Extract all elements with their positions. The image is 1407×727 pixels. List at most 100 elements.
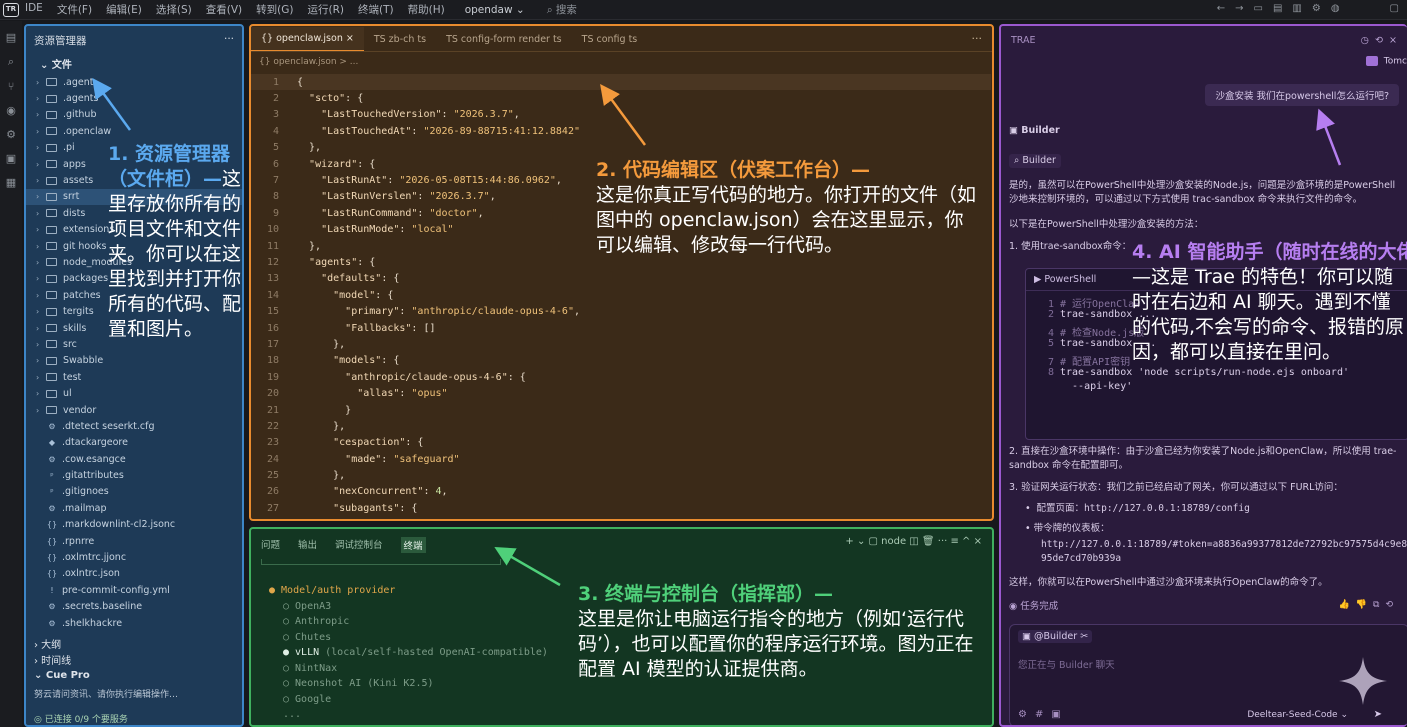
account-icon[interactable]: ◍ <box>1331 3 1340 14</box>
editor-tab[interactable]: TS config ts <box>572 27 648 51</box>
menu-item[interactable]: IDE <box>25 2 43 17</box>
terminal-tab[interactable]: 终端 <box>400 537 426 553</box>
file-item[interactable]: ᵖ .gitignoes <box>26 484 242 500</box>
folder-item[interactable]: › .agent <box>26 74 242 90</box>
explorer-menu-button[interactable]: ··· <box>224 33 234 48</box>
source-control-icon[interactable]: ⑂ <box>8 80 15 93</box>
settings-icon[interactable]: ⚙ <box>1312 3 1321 14</box>
code-line[interactable]: 24 "made": "safeguard" <box>251 451 991 467</box>
dashboard-url[interactable]: http://127.0.0.1:18789/#token=a8836a9937… <box>1041 538 1407 566</box>
folder-item[interactable]: › .github <box>26 107 242 123</box>
timeline-section[interactable]: › 时间线 <box>26 652 242 667</box>
copy-icon[interactable]: ⧉ <box>1373 600 1385 610</box>
cue-pro-section[interactable]: ⌄ Cue Pro <box>26 670 242 681</box>
provider-option[interactable]: ○ OpenA3 <box>269 599 548 615</box>
config-url[interactable]: • 配置页面：http://127.0.0.1:18789/config <box>1025 502 1407 516</box>
provider-option[interactable]: ○ Chutes <box>269 630 548 646</box>
code-line[interactable]: 3 "LastTouchedVersion": "2026.3.7", <box>251 107 991 123</box>
file-item[interactable]: ⚙ .secrets.baseline <box>26 599 242 615</box>
code-line[interactable]: 16 "Fallbacks": [] <box>251 320 991 336</box>
file-item[interactable]: {} .rpnrre <box>26 533 242 549</box>
project-selector[interactable]: opendaw ⌄ <box>465 4 525 16</box>
provider-option[interactable]: ... <box>269 707 548 723</box>
debug-icon[interactable]: ◉ <box>6 104 16 117</box>
code-line[interactable]: 19 "anthropic/claude-opus-4-6": { <box>251 369 991 385</box>
model-selector[interactable]: Deeltear-Seed-Code ⌄ <box>1247 710 1348 720</box>
code-line[interactable]: 23 "cespaction": { <box>251 435 991 451</box>
file-item[interactable]: ⚙ .dtetect seserkt.cfg <box>26 418 242 434</box>
menu-item[interactable]: 转到(G) <box>256 2 293 17</box>
code-line[interactable]: 25 }, <box>251 467 991 483</box>
file-item[interactable]: ⚙ .mailmap <box>26 500 242 516</box>
layout-icon[interactable]: ▭ <box>1253 3 1262 14</box>
editor-tab[interactable]: TS zb-ch ts <box>364 27 436 51</box>
menu-item[interactable]: 选择(S) <box>156 2 192 17</box>
terminal-tab[interactable]: 问题 <box>261 537 280 553</box>
menu-item[interactable]: 查看(V) <box>206 2 242 17</box>
editor-tab[interactable]: TS config-form render ts <box>436 27 572 51</box>
menu-item[interactable]: 帮助(H) <box>408 2 445 17</box>
folder-item[interactable]: › test <box>26 369 242 385</box>
back-icon[interactable]: ← <box>1217 3 1225 14</box>
provider-option-selected[interactable]: ● vLLN (local/self-hasted OpenAI-compati… <box>269 645 548 661</box>
editor-tab[interactable]: {} openclaw.json × <box>251 27 364 51</box>
terminal-tools[interactable]: + ⌄ ▢ node ◫ 🗑 ··· ≡ ^ × <box>845 536 982 547</box>
files-section-header[interactable]: ⌄ 文件 <box>26 48 242 74</box>
search-icon[interactable]: ⌕ <box>8 55 14 69</box>
file-item[interactable]: {} .markdownlint-cl2.jsonc <box>26 517 242 533</box>
code-line[interactable]: 14 "model": { <box>251 287 991 303</box>
provider-option[interactable]: ○ NintNax <box>269 661 548 677</box>
extensions-icon[interactable]: ⚙ <box>6 128 16 141</box>
close-icon[interactable]: × <box>1389 35 1397 46</box>
code-line[interactable]: 18 "models": { <box>251 353 991 369</box>
file-item[interactable]: ⚙ .shelkhackre <box>26 615 242 631</box>
menu-item[interactable]: 终端(T) <box>358 2 394 17</box>
provider-option[interactable]: ○ Anthropic <box>269 614 548 630</box>
forward-icon[interactable]: → <box>1235 3 1243 14</box>
folder-item[interactable]: › vendor <box>26 402 242 418</box>
context-icon[interactable]: # <box>1035 709 1051 720</box>
breadcrumb[interactable]: {} openclaw.json > ... <box>251 52 992 71</box>
code-line[interactable]: 1{ <box>251 74 991 91</box>
global-search[interactable]: ⌕ 搜索 <box>547 2 577 17</box>
remote-icon[interactable]: ▣ <box>6 152 16 165</box>
terminal-output[interactable]: ● Model/auth provider ○ OpenA3 ○ Anthropi… <box>269 583 548 723</box>
folder-item[interactable]: › .agents <box>26 90 242 106</box>
code-line[interactable]: 22 }, <box>251 418 991 434</box>
history-icon[interactable]: ◷ <box>1361 35 1369 46</box>
clock-icon[interactable]: ⟲ <box>1375 35 1383 46</box>
outline-section[interactable]: › 大纲 <box>26 636 242 651</box>
file-item[interactable]: {} .oxlntrc.json <box>26 566 242 582</box>
menu-item[interactable]: 编辑(E) <box>106 2 142 17</box>
terminal-tab[interactable]: 调试控制台 <box>335 537 383 553</box>
input-agent-tag[interactable]: ▣ @Builder ✂ <box>1018 630 1093 643</box>
code-line[interactable]: 20 "allas": "opus" <box>251 385 991 401</box>
code-area[interactable]: 1{2 "scto": {3 "LastTouchedVersion": "20… <box>251 74 991 517</box>
folder-item[interactable]: › ul <box>26 385 242 401</box>
send-icon[interactable]: ➤ <box>1374 709 1382 720</box>
files-icon[interactable]: ▤ <box>6 31 16 44</box>
sidebar-icon[interactable]: ▥ <box>1292 3 1301 14</box>
folder-item[interactable]: › .openclaw <box>26 123 242 139</box>
retry-icon[interactable]: ⟲ <box>1385 600 1399 610</box>
image-icon[interactable]: ▣ <box>1051 709 1068 720</box>
code-line[interactable]: 13 "defaults": { <box>251 271 991 287</box>
minimize-icon[interactable]: ▢ <box>1390 3 1399 14</box>
thumbs-down-icon[interactable]: 👎 <box>1356 600 1373 610</box>
provider-option[interactable]: ○ Google <box>269 692 548 708</box>
thumbs-up-icon[interactable]: 👍 <box>1339 600 1356 610</box>
code-line[interactable]: 26 "nexConcurrent": 4, <box>251 484 991 500</box>
chat-input-placeholder[interactable]: 您正在与 Builder 聊天 <box>1018 657 1115 671</box>
terminal-tab[interactable]: 输出 <box>298 537 317 553</box>
code-line[interactable]: 5 }, <box>251 140 991 156</box>
settings-icon[interactable]: ⚙ <box>1018 709 1035 720</box>
database-icon[interactable]: ▦ <box>6 176 16 189</box>
code-line[interactable]: 17 }, <box>251 336 991 352</box>
file-item[interactable]: ! pre-commit-config.yml <box>26 582 242 598</box>
panel-icon[interactable]: ▤ <box>1273 3 1282 14</box>
menu-item[interactable]: 运行(R) <box>307 2 344 17</box>
folder-item[interactable]: › Swabble <box>26 353 242 369</box>
code-line[interactable]: 21 } <box>251 402 991 418</box>
provider-option[interactable]: ○ Neonshot AI (Kini K2.5) <box>269 676 548 692</box>
editor-tab-menu[interactable]: ··· <box>972 32 983 45</box>
